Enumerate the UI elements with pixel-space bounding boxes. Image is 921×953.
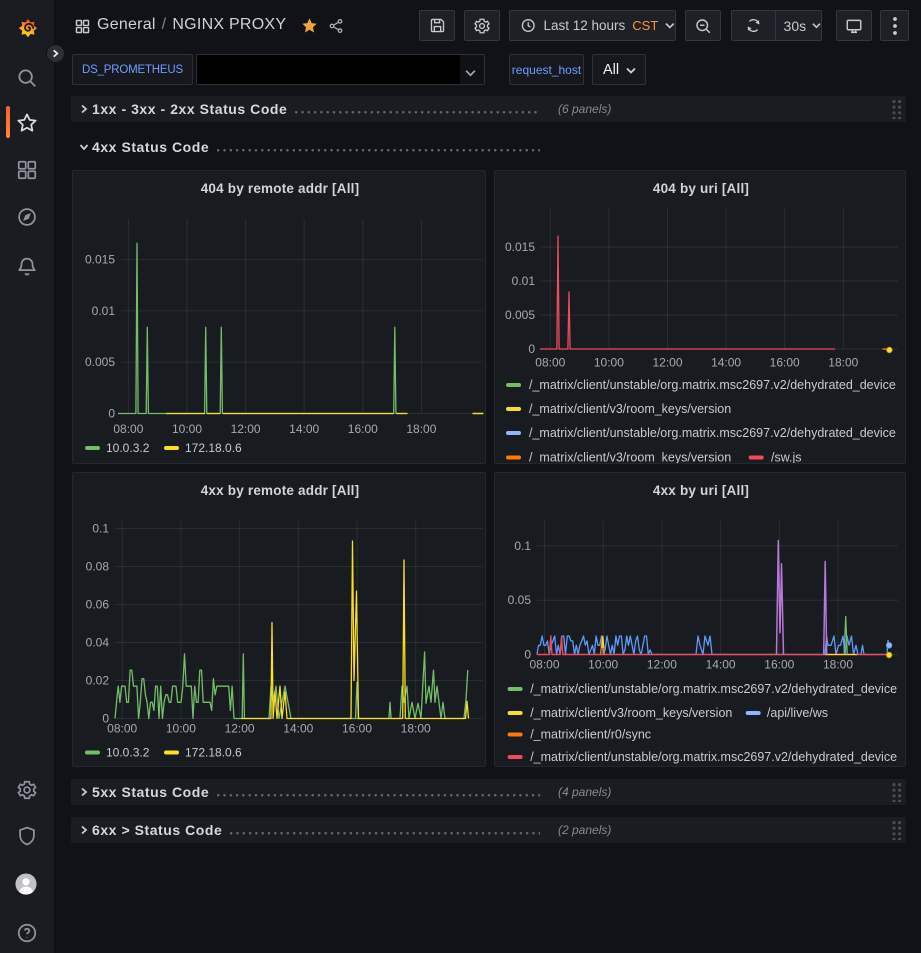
svg-text:10.0.3.2: 10.0.3.2: [106, 746, 150, 760]
svg-text:4xx by remote addr [All]: 4xx by remote addr [All]: [201, 483, 360, 498]
svg-text:18:00: 18:00: [401, 722, 431, 736]
svg-text:/_matrix/client/r0/sync: /_matrix/client/r0/sync: [530, 728, 651, 742]
svg-text:10.0.3.2: 10.0.3.2: [106, 441, 150, 455]
svg-text:10:00: 10:00: [172, 422, 202, 436]
svg-text:0.015: 0.015: [505, 240, 535, 254]
svg-text:0.04: 0.04: [86, 636, 110, 650]
svg-text:16:00: 16:00: [342, 722, 372, 736]
svg-text:08:00: 08:00: [107, 722, 137, 736]
svg-text:0.05: 0.05: [508, 593, 532, 607]
svg-text:/_matrix/client/v3/room_keys/v: /_matrix/client/v3/room_keys/version: [530, 706, 732, 720]
svg-text:/_matrix/client/unstable/org.m: /_matrix/client/unstable/org.matrix.msc2…: [530, 682, 897, 696]
svg-text:10:00: 10:00: [588, 658, 618, 672]
svg-text:/sw.js: /sw.js: [771, 451, 802, 465]
svg-text:/_matrix/client/unstable/org.m: /_matrix/client/unstable/org.matrix.msc2…: [530, 750, 897, 764]
svg-text:14:00: 14:00: [289, 422, 319, 436]
svg-text:08:00: 08:00: [535, 356, 565, 370]
svg-text:14:00: 14:00: [711, 356, 741, 370]
svg-text:0.01: 0.01: [92, 304, 116, 318]
svg-text:/_matrix/client/v3/room_keys/v: /_matrix/client/v3/room_keys/version: [529, 451, 731, 465]
svg-text:18:00: 18:00: [828, 356, 858, 370]
svg-text:0.1: 0.1: [514, 539, 531, 553]
svg-text:/api/live/ws: /api/live/ws: [767, 706, 828, 720]
svg-text:18:00: 18:00: [823, 658, 853, 672]
svg-text:4xx by uri [All]: 4xx by uri [All]: [653, 483, 749, 498]
svg-text:10:00: 10:00: [594, 356, 624, 370]
svg-text:0: 0: [528, 342, 535, 356]
svg-text:0.02: 0.02: [86, 674, 110, 688]
svg-text:0.015: 0.015: [85, 253, 115, 267]
svg-text:0.1: 0.1: [92, 522, 109, 536]
svg-text:404 by uri [All]: 404 by uri [All]: [653, 181, 749, 196]
svg-text:/_matrix/client/unstable/org.m: /_matrix/client/unstable/org.matrix.msc2…: [529, 378, 896, 392]
svg-text:18:00: 18:00: [406, 422, 436, 436]
svg-text:12:00: 12:00: [652, 356, 682, 370]
svg-text:14:00: 14:00: [283, 722, 313, 736]
svg-text:172.18.0.6: 172.18.0.6: [185, 441, 242, 455]
svg-text:0.01: 0.01: [512, 274, 536, 288]
svg-text:12:00: 12:00: [231, 422, 261, 436]
svg-text:16:00: 16:00: [770, 356, 800, 370]
svg-text:12:00: 12:00: [225, 722, 255, 736]
svg-text:10:00: 10:00: [166, 722, 196, 736]
svg-text:0.08: 0.08: [86, 560, 110, 574]
svg-text:14:00: 14:00: [706, 658, 736, 672]
svg-text:08:00: 08:00: [113, 422, 143, 436]
svg-text:0.005: 0.005: [85, 355, 115, 369]
svg-text:0.005: 0.005: [505, 308, 535, 322]
svg-text:/_matrix/client/unstable/org.m: /_matrix/client/unstable/org.matrix.msc2…: [529, 426, 896, 440]
svg-text:172.18.0.6: 172.18.0.6: [185, 746, 242, 760]
svg-text:16:00: 16:00: [348, 422, 378, 436]
svg-text:16:00: 16:00: [764, 658, 794, 672]
svg-text:0.06: 0.06: [86, 598, 110, 612]
svg-text:08:00: 08:00: [529, 658, 559, 672]
svg-text:404 by remote addr [All]: 404 by remote addr [All]: [201, 181, 360, 196]
svg-text:12:00: 12:00: [647, 658, 677, 672]
svg-text:/_matrix/client/v3/room_keys/v: /_matrix/client/v3/room_keys/version: [529, 402, 731, 416]
svg-text:0: 0: [108, 407, 115, 421]
